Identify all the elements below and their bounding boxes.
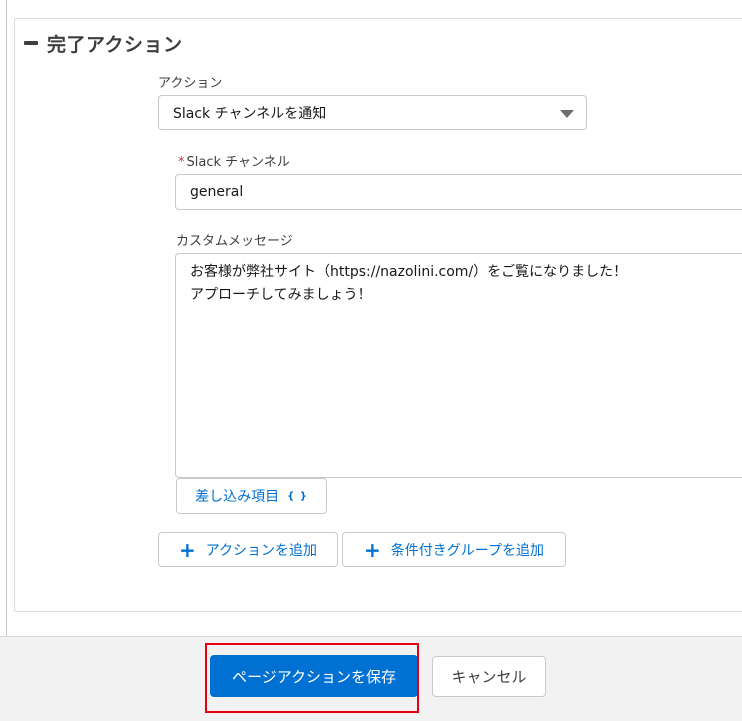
section-header[interactable]: 完了アクション [24, 29, 183, 57]
plus-icon: + [364, 537, 381, 562]
message-line: アプローチしてみましょう！ [190, 287, 372, 303]
slack-channel-label: * Slack チャンネル [178, 151, 290, 170]
required-mark: * [178, 155, 185, 170]
collapse-minus-icon[interactable] [24, 41, 38, 45]
add-action-button[interactable]: + アクションを追加 [158, 532, 338, 567]
custom-message-label: カスタムメッセージ [176, 234, 293, 249]
cancel-button[interactable]: キャンセル [432, 656, 546, 697]
merge-field-label: 差し込み項目 [195, 489, 280, 505]
merge-field-button[interactable]: 差し込み項目 { } [176, 478, 327, 514]
action-select-value: Slack チャンネルを通知 [173, 105, 327, 122]
custom-message-textarea[interactable]: お客様が弊社サイト（https://nazolini.com/）をご覧になりまし… [175, 253, 742, 478]
add-action-label: アクションを追加 [205, 542, 318, 559]
slack-channel-input[interactable] [175, 174, 742, 210]
message-line: お客様が弊社サイト（https://nazolini.com/）をご覧になりまし… [190, 264, 628, 280]
plus-icon: + [178, 537, 196, 562]
add-group-label: 条件付きグループを追加 [390, 542, 544, 559]
merge-field-braces-icon: { } [287, 490, 308, 502]
slack-channel-label-text: Slack チャンネル [186, 155, 290, 170]
action-label: アクション [158, 76, 223, 91]
save-page-action-button[interactable]: ページアクションを保存 [210, 655, 418, 697]
dropdown-arrow-icon [560, 110, 574, 118]
add-conditional-group-button[interactable]: + 条件付きグループを追加 [342, 532, 566, 567]
action-select[interactable]: Slack チャンネルを通知 [158, 95, 587, 130]
section-title: 完了アクション [47, 33, 183, 56]
